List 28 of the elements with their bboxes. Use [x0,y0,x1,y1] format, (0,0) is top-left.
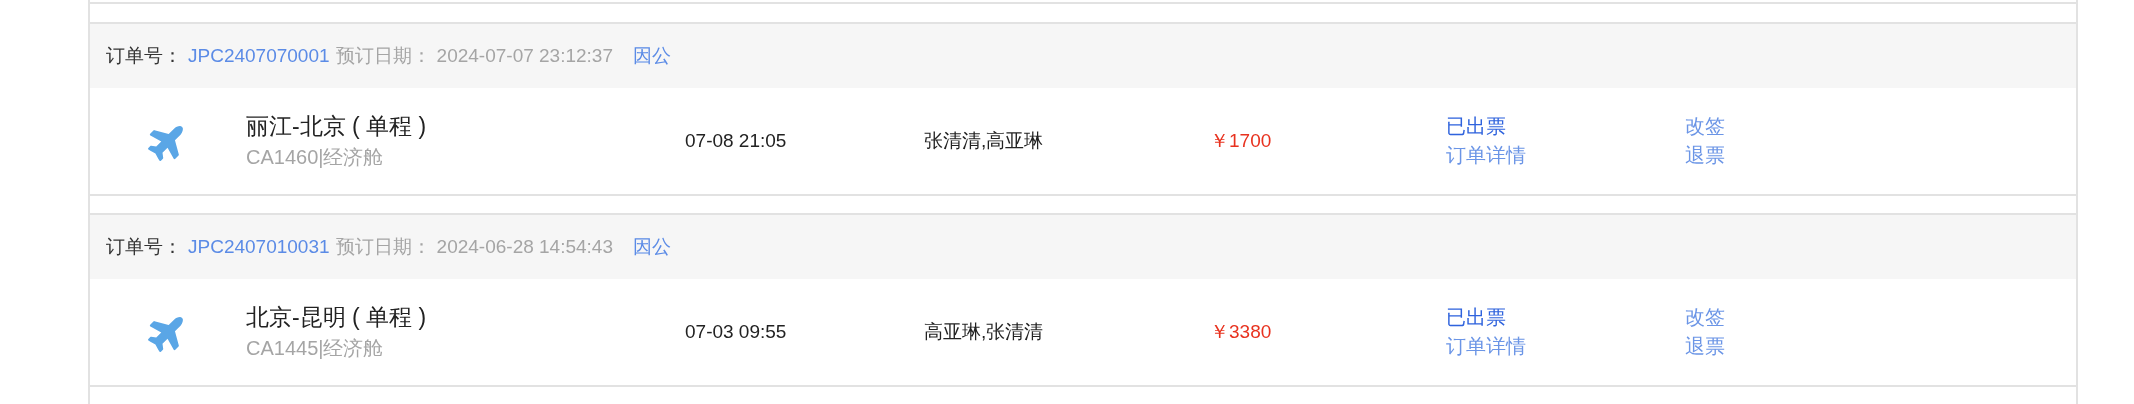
flight-info: CA1445|经济舱 [246,336,384,361]
departure-time: 07-08 21:05 [685,130,788,152]
ticket-status-link[interactable]: 已出票 [1446,304,1506,331]
order-number-link[interactable]: JPC2407010031 [188,236,330,258]
booking-date-label: 预订日期： [335,44,431,68]
order-action-link[interactable]: 改签 [1685,113,1725,140]
order-action-link[interactable]: 退票 [1685,333,1725,360]
price: ￥1700 [1210,129,1273,153]
flight-info: CA1460|经济舱 [246,145,384,170]
order-number-label: 订单号： [106,235,182,259]
booking-date: 2024-07-07 23:12:37 [436,45,613,67]
order-number-label: 订单号： [106,44,182,68]
departure-time: 07-03 09:55 [685,321,788,343]
ticket-status-link[interactable]: 已出票 [1446,113,1506,140]
passengers: 张清清,高亚琳 [924,129,1045,153]
booking-date-label: 预订日期： [335,235,431,259]
price: ￥3380 [1210,320,1273,344]
order-action-link[interactable]: 退票 [1685,142,1725,169]
passengers: 高亚琳,张清清 [924,320,1045,344]
booking-date: 2024-06-28 14:54:43 [436,236,613,258]
flight-route: 丽江-北京 ( 单程 ) [246,112,427,141]
order-number-link[interactable]: JPC2407070001 [188,45,330,67]
flight-route: 北京-昆明 ( 单程 ) [246,303,427,332]
order-detail-link[interactable]: 订单详情 [1446,333,1526,360]
trip-type: 因公 [633,44,671,68]
trip-type: 因公 [633,235,671,259]
order-detail-link[interactable]: 订单详情 [1446,142,1526,169]
order-action-link[interactable]: 改签 [1685,304,1725,331]
